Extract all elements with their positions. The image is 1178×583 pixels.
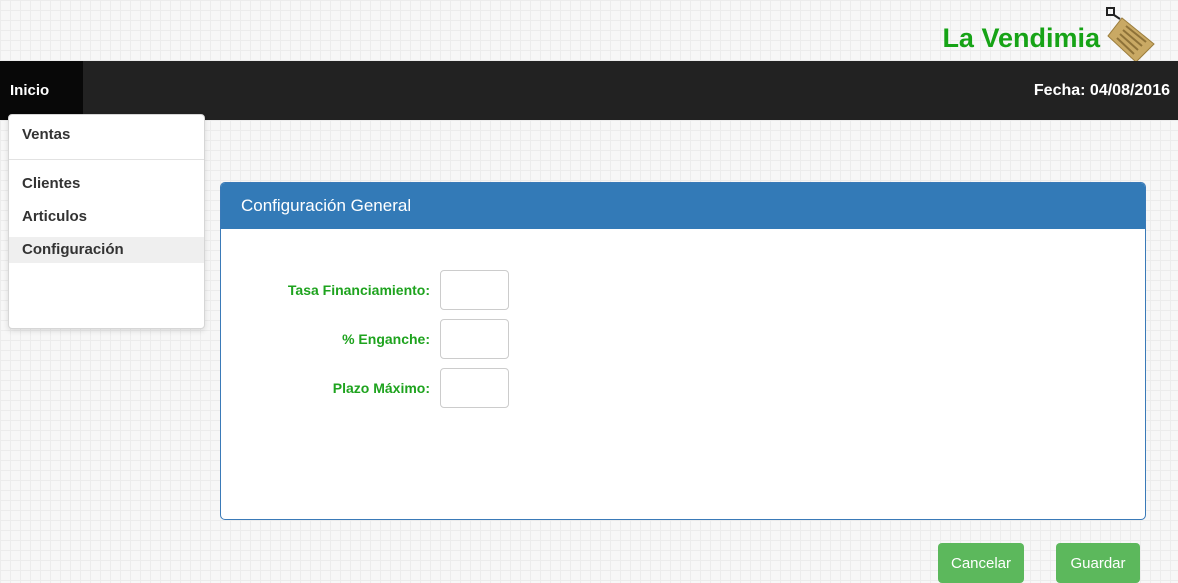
top-navbar: Inicio Fecha: 04/08/2016 <box>0 61 1178 120</box>
menu-item-articulos[interactable]: Articulos <box>9 204 204 230</box>
panel-title: Configuración General <box>221 183 1145 229</box>
plazo-maximo-input[interactable] <box>440 368 509 408</box>
tasa-financiamiento-input[interactable] <box>440 270 509 310</box>
form-row-enganche: % Enganche: <box>221 319 521 359</box>
enganche-input[interactable] <box>440 319 509 359</box>
brand-logo: La Vendimia <box>942 6 1156 62</box>
nav-item-inicio[interactable]: Inicio <box>0 61 83 120</box>
menu-divider <box>9 159 204 160</box>
save-button[interactable]: Guardar <box>1056 543 1140 583</box>
menu-item-clientes[interactable]: Clientes <box>9 171 204 197</box>
tasa-financiamiento-label: Tasa Financiamiento: <box>287 282 430 298</box>
inicio-dropdown-menu: Ventas Clientes Articulos Configuración <box>8 114 205 329</box>
form-row-plazo: Plazo Máximo: <box>221 368 521 408</box>
menu-item-configuracion[interactable]: Configuración <box>9 237 204 263</box>
config-panel: Configuración General Tasa Financiamient… <box>220 182 1146 520</box>
current-date: Fecha: 04/08/2016 <box>1033 81 1170 99</box>
plazo-maximo-label: Plazo Máximo: <box>332 380 430 396</box>
cancel-button[interactable]: Cancelar <box>938 543 1024 583</box>
enganche-label: % Enganche: <box>342 331 430 347</box>
brand-name: La Vendimia <box>942 22 1100 53</box>
menu-item-ventas[interactable]: Ventas <box>9 122 204 148</box>
form-row-tasa: Tasa Financiamiento: <box>221 270 521 310</box>
price-tag-icon <box>1104 6 1156 62</box>
